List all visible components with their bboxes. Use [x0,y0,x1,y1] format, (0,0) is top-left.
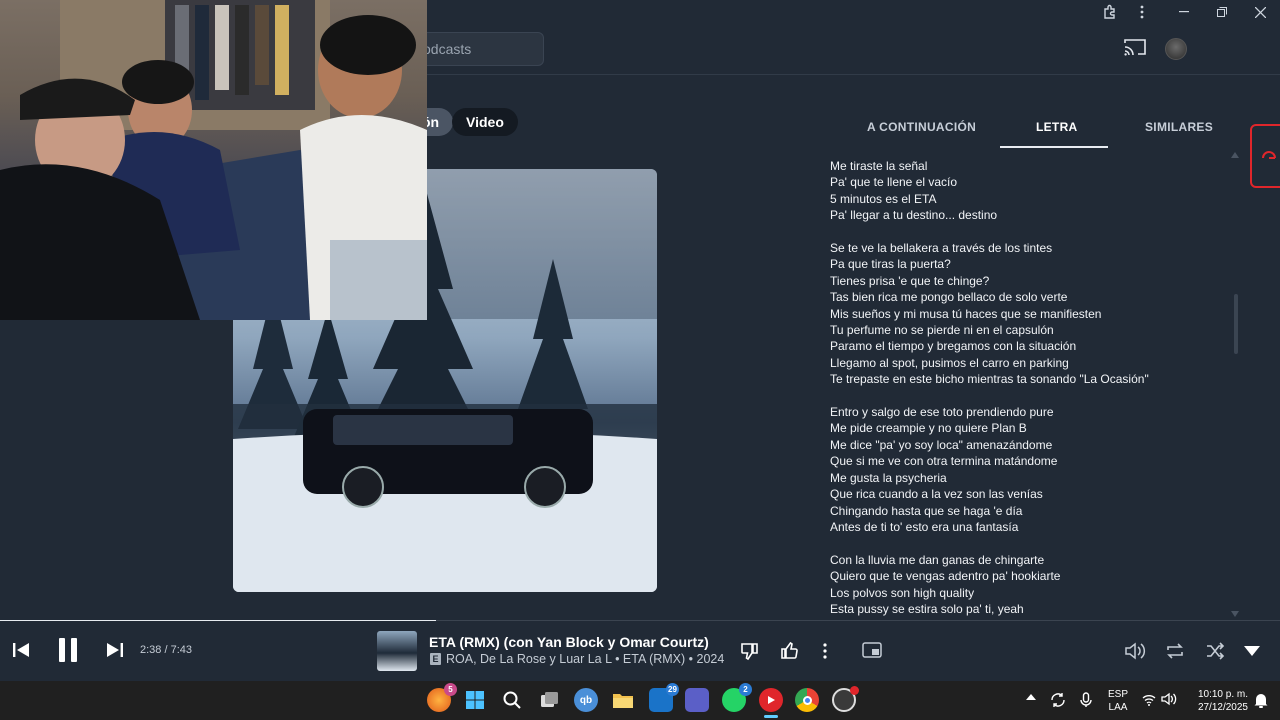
firefox-icon[interactable]: 5 [427,683,457,712]
extensions-icon[interactable] [1092,0,1128,24]
song-subtitle[interactable]: ROA, De La Rose y Luar La L • ETA (RMX) … [446,652,724,666]
minimize-button[interactable] [1166,0,1202,24]
explicit-badge: E [430,653,441,665]
language-indicator[interactable]: ESP LAA [1107,688,1129,714]
app-qb-icon[interactable]: qb [574,688,598,712]
whatsapp-badge: 2 [739,683,752,696]
lyrics-stanza: Se te ve la bellakera a través de los ti… [830,240,1230,388]
notifications-icon[interactable] [1254,692,1268,713]
scroll-up-arrow[interactable] [1231,152,1239,158]
lyric-line: Chingando hasta que se haga 'e día [830,503,1023,518]
pause-icon[interactable] [56,636,80,669]
lyric-line: Antes de ti to' esto era una fantasía [830,519,1019,534]
maximize-button[interactable] [1204,0,1240,24]
webcam-overlay [0,0,427,320]
lyric-line: Me tiraste la señal [830,159,928,173]
lyric-line: Pa' llegar a tu destino... destino [830,208,998,223]
lyric-line: Paramo el tiempo y bregamos con la situa… [830,339,1077,354]
lyrics-stanza: Me tiraste la señal Pa' que te llene el … [830,158,1230,224]
time-display: 2:38 / 7:43 [140,644,192,656]
mail-badge: 29 [666,683,679,696]
clock-time: 10:10 p. m. [1197,689,1248,700]
lyric-line: Que si me ve con otra termina matándome [830,454,1058,469]
repeat-icon[interactable] [1165,641,1185,666]
expand-player-icon[interactable] [1244,646,1260,656]
file-explorer-icon[interactable] [611,688,635,712]
lyric-line: Me dice "pa' yo soy loca" amenazándome [830,437,1053,452]
whatsapp-icon[interactable]: 2 [722,683,752,712]
chip-video[interactable]: Video [452,108,518,136]
lyric-line: Tienes prisa 'e que te chinge? [830,273,990,288]
lyric-line: 5 minutos es el ETA [830,191,937,206]
lyric-line: Me pide creampie y no quiere Plan B [830,421,1027,436]
lyric-line: Con la lluvia me dan ganas de chingarte [830,552,1045,567]
more-options-icon[interactable] [1124,0,1160,24]
microphone-icon[interactable] [1080,692,1092,713]
lyric-line: Esta pussy se estira solo pa' ti, yeah [830,601,1024,616]
scroll-down-arrow[interactable] [1231,611,1239,617]
language-code: ESP [1107,689,1128,700]
lyric-line: Entro y salgo de ese toto prendiendo pur… [830,405,1054,420]
lyric-line: Pa que tiras la puerta? [830,257,951,272]
search-icon[interactable] [500,688,524,712]
tab-lyrics[interactable]: LETRA [1036,120,1078,134]
start-menu-icon[interactable] [463,688,487,712]
obs-icon[interactable] [832,686,859,712]
cast-icon[interactable] [1124,38,1148,60]
lyrics-stanza: Con la lluvia me dan ganas de chingarte … [830,552,1230,618]
chrome-icon[interactable] [795,688,819,712]
tab-active-indicator [1000,146,1108,148]
lyric-line: Mis sueños y mi musa tú haces que se man… [830,306,1102,321]
lyrics-scrollbar[interactable] [1234,294,1238,354]
lyric-line: Los polvos son high quality [830,585,975,600]
tab-up-next[interactable]: A CONTINUACIÓN [867,120,976,134]
speaker-icon[interactable] [1161,692,1177,711]
teams-icon[interactable] [685,688,709,712]
previous-icon[interactable] [12,642,30,663]
lyric-line: Te trepaste en este bicho mientras ta so… [830,372,1149,387]
lyric-line: Quiero que te vengas adentro pa' hookiar… [830,569,1061,584]
tab-related[interactable]: SIMILARES [1145,120,1213,134]
sync-icon[interactable] [1050,692,1066,713]
dislike-icon[interactable] [740,641,760,666]
volume-icon[interactable] [1125,641,1147,666]
close-button[interactable] [1242,0,1278,24]
next-icon[interactable] [106,642,124,663]
more-actions-icon[interactable] [823,643,827,664]
lyric-line: Tu perfume no se pierde ni en el capsuló… [830,323,1054,338]
show-hidden-icons-icon[interactable] [1026,694,1036,700]
like-icon[interactable] [779,640,799,665]
clock-date: 27/12/2025 [1197,702,1248,713]
youtube-music-icon[interactable] [759,688,783,712]
player-bar: 2:38 / 7:43 ETA (RMX) (con Yan Block y O… [0,621,1280,681]
shuffle-icon[interactable] [1205,641,1225,666]
lyric-line: Pa' que te llene el vacío [830,175,958,190]
song-title[interactable]: ETA (RMX) (con Yan Block y Omar Courtz) [429,634,709,650]
miniplayer-icon[interactable] [862,642,882,663]
task-view-icon[interactable] [537,688,561,712]
lyric-line: Se te ve la bellakera a través de los ti… [830,241,1053,256]
side-panel-handle[interactable] [1250,124,1280,188]
lyrics-panel: Me tiraste la señal Pa' que te llene el … [830,158,1230,620]
avatar[interactable] [1165,38,1187,60]
language-layout: LAA [1108,702,1128,713]
clock[interactable]: 10:10 p. m. 27/12/2025 [1182,688,1248,714]
firefox-badge: 5 [444,683,457,696]
lyric-line: Tas bien rica me pongo bellaco de solo v… [830,290,1068,305]
now-playing-thumbnail[interactable] [377,631,417,671]
lyric-line: Llegamo al spot, pusimos el carro en par… [830,355,1069,370]
active-app-indicator [764,715,778,718]
mail-icon[interactable]: 29 [649,683,679,712]
lyric-line: Que rica cuando a la vez son las venías [830,487,1043,502]
wifi-icon[interactable] [1142,693,1156,711]
lyrics-stanza: Entro y salgo de ese toto prendiendo pur… [830,404,1230,535]
lyric-line: Me gusta la psycheria [830,470,947,485]
